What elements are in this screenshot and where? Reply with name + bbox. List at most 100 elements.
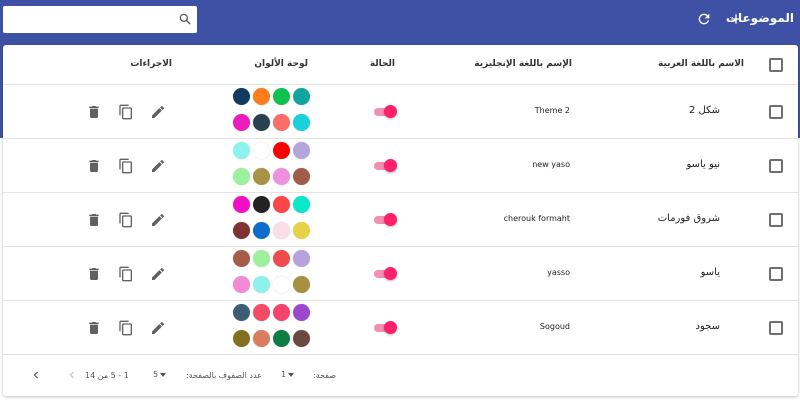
duplicate-button[interactable] — [118, 158, 134, 174]
color-palette — [233, 196, 313, 244]
next-page-button[interactable] — [30, 369, 42, 381]
color-swatch — [253, 114, 270, 131]
color-swatch — [273, 222, 290, 239]
status-toggle[interactable] — [374, 267, 397, 281]
color-palette — [233, 304, 313, 352]
row-checkbox[interactable] — [769, 267, 783, 281]
delete-button[interactable] — [86, 266, 102, 282]
delete-button[interactable] — [86, 158, 102, 174]
color-swatch — [293, 168, 310, 185]
column-header-palette[interactable]: لوحة الألوان — [254, 59, 308, 69]
trash-icon — [89, 268, 99, 280]
color-swatch — [293, 222, 310, 239]
table-row[interactable]: سجود Sogoud — [3, 301, 798, 355]
edit-button[interactable] — [150, 212, 166, 228]
theme-name-en: Theme 2 — [534, 106, 570, 115]
theme-name-ar: ياسو — [700, 267, 720, 278]
color-swatch — [253, 222, 270, 239]
color-swatch — [273, 88, 290, 105]
theme-name-en: yasso — [547, 268, 570, 277]
table-header: الاسم باللغة العربية الإسم باللغة الإنجل… — [3, 45, 798, 85]
chevron-down-icon — [160, 372, 167, 377]
color-swatch — [293, 304, 310, 321]
color-swatch — [253, 250, 270, 267]
color-swatch — [293, 276, 310, 293]
delete-button[interactable] — [86, 212, 102, 228]
status-toggle[interactable] — [374, 105, 397, 119]
edit-button[interactable] — [150, 158, 166, 174]
page-label: صفحة: — [313, 371, 336, 380]
color-swatch — [273, 250, 290, 267]
table-row[interactable]: شروق فورمات cherouk formaht — [3, 193, 798, 247]
status-toggle[interactable] — [374, 159, 397, 173]
row-checkbox[interactable] — [769, 213, 783, 227]
edit-button[interactable] — [150, 104, 166, 120]
column-header-name-en[interactable]: الإسم باللغة الإنجليزية — [474, 59, 572, 69]
color-swatch — [273, 114, 290, 131]
rows-per-page-select[interactable]: 5 — [153, 370, 167, 379]
color-swatch — [253, 168, 270, 185]
delete-button[interactable] — [86, 320, 102, 336]
color-palette — [233, 88, 313, 136]
color-swatch — [233, 222, 250, 239]
previous-page-button[interactable] — [66, 369, 78, 381]
theme-name-en: new yaso — [532, 160, 570, 169]
column-header-name-ar[interactable]: الاسم باللغة العربية — [658, 59, 744, 69]
color-swatch — [273, 168, 290, 185]
copy-icon — [119, 320, 132, 336]
color-swatch — [233, 250, 250, 267]
duplicate-button[interactable] — [118, 266, 134, 282]
delete-button[interactable] — [86, 104, 102, 120]
pencil-icon — [152, 267, 165, 280]
refresh-icon[interactable] — [696, 11, 712, 27]
trash-icon — [89, 214, 99, 226]
color-swatch — [293, 142, 310, 159]
status-toggle[interactable] — [374, 213, 397, 227]
color-swatch — [273, 276, 290, 293]
rows-per-page-value: 5 — [153, 370, 159, 379]
page-select[interactable]: 1 — [281, 370, 295, 379]
table-row[interactable]: ياسو yasso — [3, 247, 798, 301]
color-swatch — [253, 330, 270, 347]
color-swatch — [233, 276, 250, 293]
color-swatch — [253, 276, 270, 293]
color-palette — [233, 142, 313, 190]
edit-button[interactable] — [150, 320, 166, 336]
edit-button[interactable] — [150, 266, 166, 282]
theme-name-ar: شكل 2 — [688, 105, 720, 116]
duplicate-button[interactable] — [118, 320, 134, 336]
row-checkbox[interactable] — [769, 105, 783, 119]
search-input[interactable] — [7, 10, 175, 29]
status-toggle[interactable] — [374, 321, 397, 335]
row-checkbox[interactable] — [769, 321, 783, 335]
trash-icon — [89, 160, 99, 172]
trash-icon — [89, 322, 99, 334]
table-row[interactable]: شكل 2 Theme 2 — [3, 85, 798, 139]
copy-icon — [119, 158, 132, 174]
color-swatch — [253, 196, 270, 213]
copy-icon — [119, 212, 132, 228]
page-select-value: 1 — [281, 370, 287, 379]
table-row[interactable]: نيو ياسو new yaso — [3, 139, 798, 193]
pencil-icon — [152, 321, 165, 334]
duplicate-button[interactable] — [118, 212, 134, 228]
search-box[interactable] — [3, 6, 197, 33]
theme-name-ar: شروق فورمات — [657, 213, 720, 224]
column-header-status[interactable]: الحالة — [370, 59, 395, 69]
color-swatch — [253, 142, 270, 159]
color-swatch — [233, 304, 250, 321]
select-all-checkbox[interactable] — [769, 58, 783, 72]
row-checkbox[interactable] — [769, 159, 783, 173]
color-swatch — [293, 196, 310, 213]
color-swatch — [273, 142, 290, 159]
search-icon[interactable] — [178, 12, 192, 26]
trash-icon — [89, 106, 99, 118]
color-swatch — [273, 330, 290, 347]
color-swatch — [233, 114, 250, 131]
color-swatch — [233, 330, 250, 347]
color-swatch — [293, 88, 310, 105]
color-swatch — [253, 88, 270, 105]
color-swatch — [293, 250, 310, 267]
column-header-actions: الاجراءات — [130, 59, 172, 69]
duplicate-button[interactable] — [118, 104, 134, 120]
